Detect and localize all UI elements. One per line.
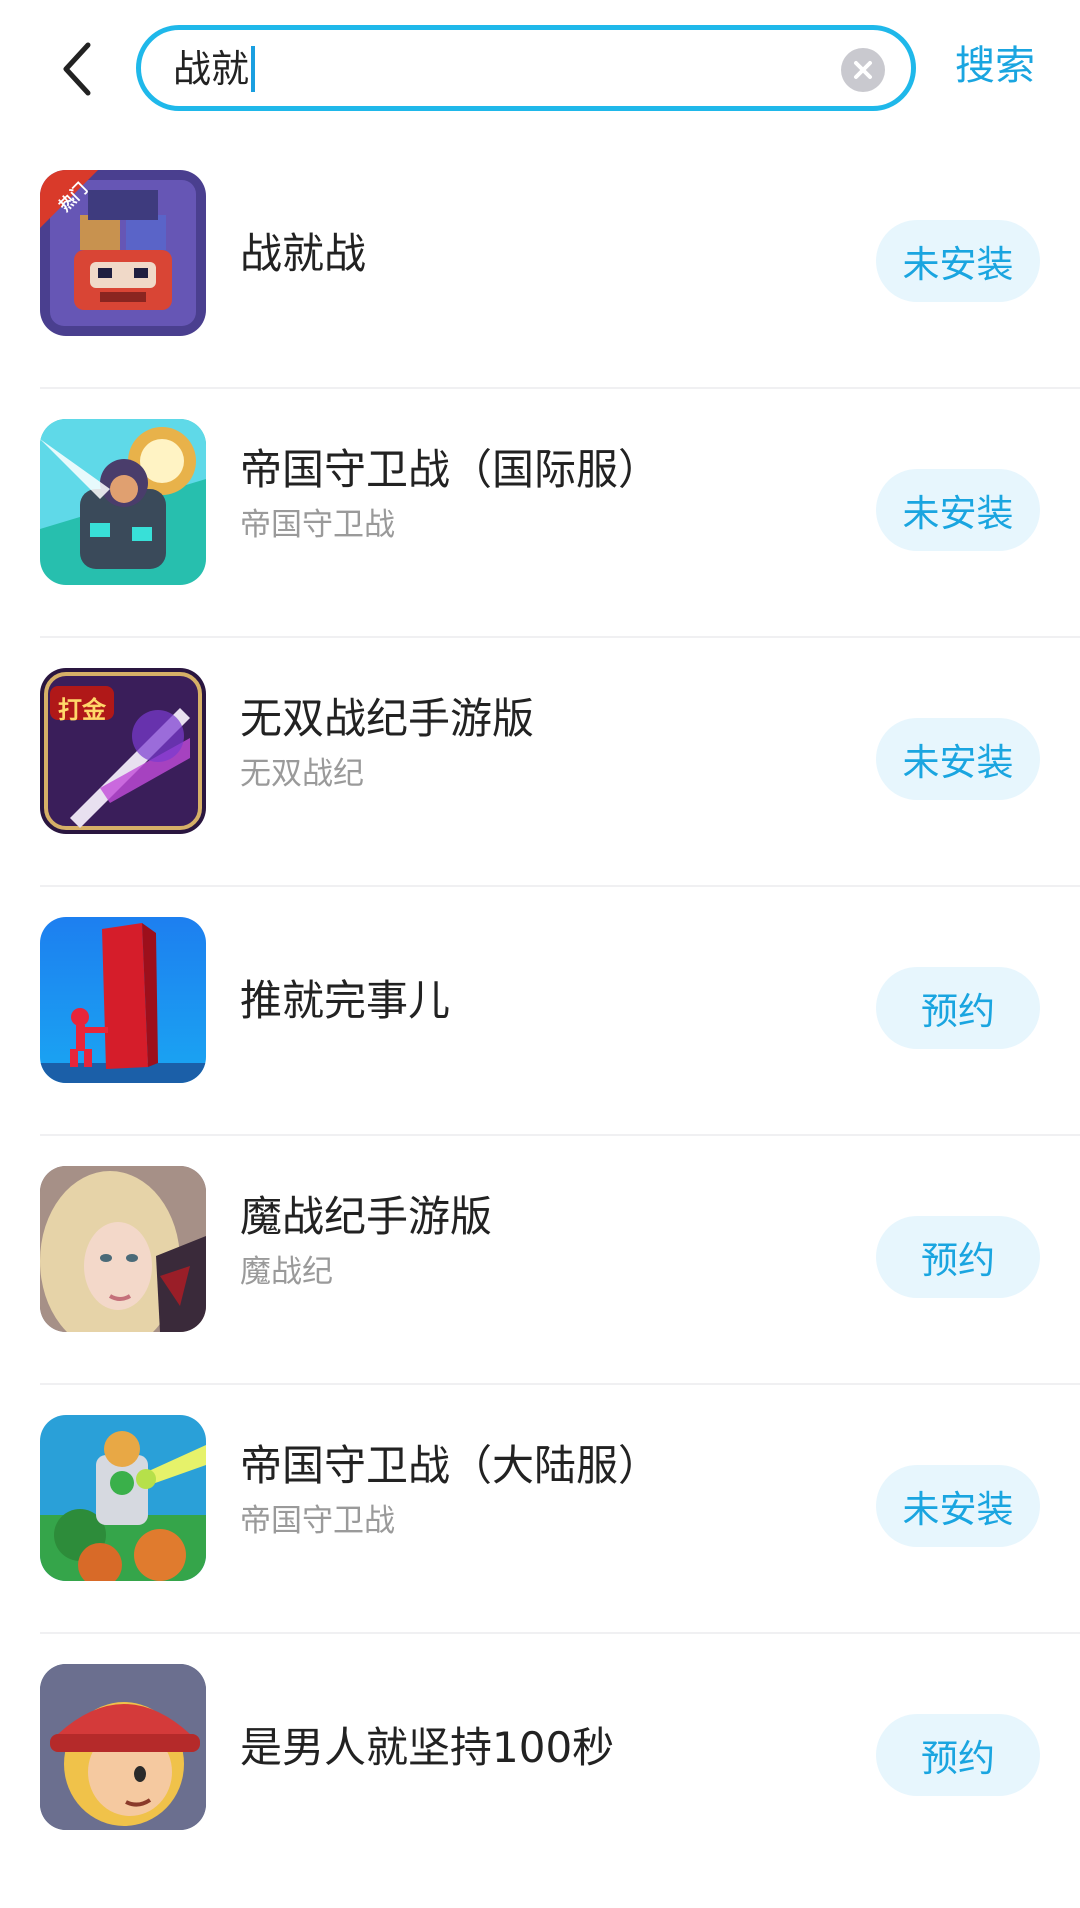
app-subtitle: 帝国守卫战: [240, 507, 395, 543]
search-input-value[interactable]: 战就: [173, 45, 256, 92]
gold-farming-badge: 打金: [58, 696, 106, 724]
app-icon-100-seconds: [40, 1664, 206, 1830]
chevron-left-icon: [63, 42, 91, 96]
app-icon-zhan-jiu-zhan: 热门: [40, 170, 206, 336]
app-icon-tui-jiu-wan-shi-er: [40, 917, 206, 1083]
app-title: 魔战纪手游版: [240, 1192, 493, 1241]
list-item[interactable]: 帝国守卫战（国际服） 帝国守卫战 未安装: [0, 389, 1080, 638]
reserve-button[interactable]: 预约: [876, 967, 1040, 1049]
app-title: 无双战纪手游版: [240, 694, 535, 743]
list-item[interactable]: 热门 战就战 未安装: [0, 140, 1080, 389]
app-title: 帝国守卫战（国际服）: [240, 445, 661, 494]
app-icon-wushuang-zhanji: 打金: [40, 668, 206, 834]
app-icon-mo-zhan-ji: [40, 1166, 206, 1332]
install-status-button[interactable]: 未安装: [876, 220, 1040, 302]
install-status-button[interactable]: 未安装: [876, 718, 1040, 800]
text-caret: [251, 45, 256, 92]
app-title: 是男人就坚持100秒: [240, 1723, 615, 1772]
search-button[interactable]: 搜索: [955, 42, 1035, 90]
app-subtitle: 帝国守卫战: [240, 1503, 395, 1539]
clear-search-button[interactable]: [841, 48, 885, 92]
search-header: 战就 搜索: [0, 0, 1080, 140]
reserve-button[interactable]: 预约: [876, 1216, 1040, 1298]
app-title: 推就完事儿: [240, 976, 451, 1025]
install-status-button[interactable]: 未安装: [876, 469, 1040, 551]
back-button[interactable]: [48, 34, 108, 104]
reserve-button[interactable]: 预约: [876, 1714, 1040, 1796]
app-title: 战就战: [240, 229, 367, 278]
app-icon-kingdom-defense-intl: [40, 419, 206, 585]
list-item[interactable]: 帝国守卫战（大陆服） 帝国守卫战 未安装: [0, 1385, 1080, 1634]
install-status-button[interactable]: 未安装: [876, 1465, 1040, 1547]
app-icon-kingdom-defense-cn: [40, 1415, 206, 1581]
list-item[interactable]: 打金 无双战纪手游版 无双战纪 未安装: [0, 638, 1080, 887]
app-title: 帝国守卫战（大陆服）: [240, 1441, 661, 1490]
app-subtitle: 魔战纪: [240, 1254, 333, 1290]
list-item[interactable]: 魔战纪手游版 魔战纪 预约: [0, 1136, 1080, 1385]
search-results-list: 热门 战就战 未安装 帝国守卫战（国际服） 帝国守卫战 未安装 打金 无双战纪手…: [0, 140, 1080, 1883]
clear-circle-icon: [854, 61, 872, 79]
app-subtitle: 无双战纪: [240, 756, 364, 792]
list-item[interactable]: 推就完事儿 预约: [0, 887, 1080, 1136]
search-input[interactable]: 战就: [136, 25, 916, 111]
list-item[interactable]: 是男人就坚持100秒 预约: [0, 1634, 1080, 1883]
